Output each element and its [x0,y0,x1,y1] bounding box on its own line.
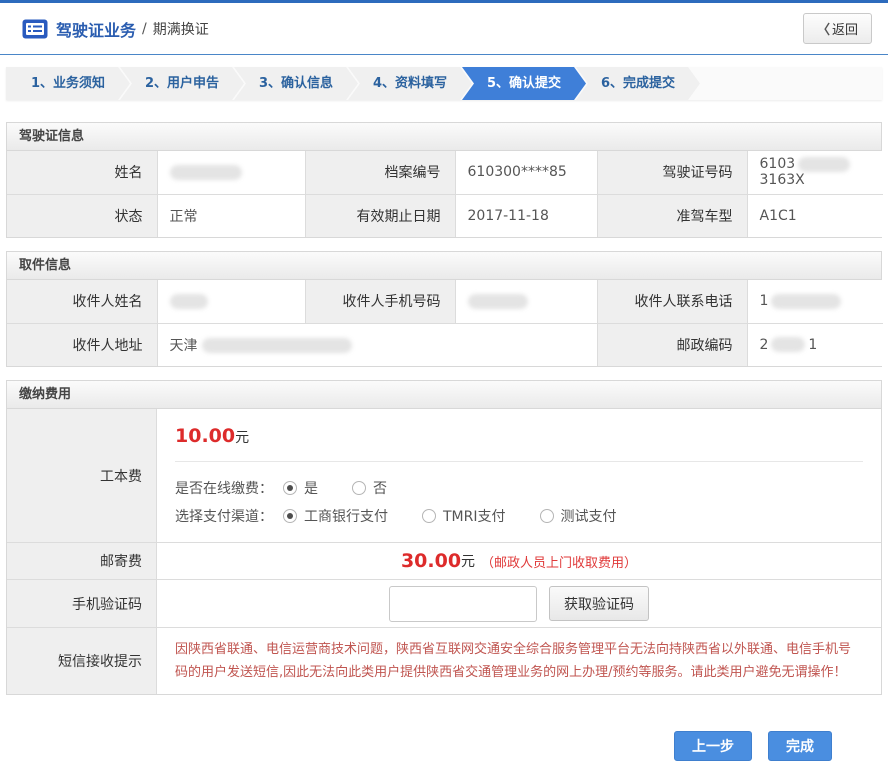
pay-channel-caption: 选择支付渠道： [175,506,273,526]
online-pay-line: 是否在线缴费： 是 否 [175,474,863,502]
license-no-value: 61033163X [747,151,883,194]
name-label: 姓名 [7,151,157,194]
channel-option-tmri[interactable]: TMRI支付 [422,506,506,526]
sms-tip-text: 因陕西省联通、电信运营商技术问题，陕西省互联网交通安全综合服务管理平台无法向持陕… [175,628,863,694]
file-no-label: 档案编号 [305,151,455,194]
footer-actions: 上一步 完成 [0,731,888,761]
step-5-confirm-submit[interactable]: 5、确认提交 [462,67,586,100]
status-value: 正常 [157,194,305,237]
recipient-phone-prefix: 1 [760,293,769,309]
expiry-value: 2017-11-18 [455,194,597,237]
postage-note: （邮政人员上门收取费用） [481,552,637,571]
finish-button[interactable]: 完成 [768,731,832,761]
fee-amount: 10.00 [175,425,235,447]
channel-icbc-label: 工商银行支付 [304,506,388,526]
table-row: 姓名 档案编号 610300****85 驾驶证号码 61033163X [7,151,883,194]
online-pay-caption: 是否在线缴费： [175,478,273,498]
fee-amount-line: 10.00元 [175,409,863,461]
file-no-value: 610300****85 [455,151,597,194]
channel-tmri-label: TMRI支付 [443,506,506,526]
payment-section-title: 缴纳费用 [7,381,881,409]
sms-code-label: 手机验证码 [7,580,157,627]
step-1-notice[interactable]: 1、业务须知 [6,67,130,100]
radio-unchecked-icon [352,481,366,495]
sms-code-row: 手机验证码 获取验证码 [7,580,881,628]
recipient-address-label: 收件人地址 [7,323,157,366]
recipient-mobile-label: 收件人手机号码 [305,280,455,323]
license-no-prefix: 6103 [760,156,796,172]
radio-checked-icon [283,509,297,523]
postage-unit: 元 [461,551,475,571]
vehicle-class-value: A1C1 [747,194,883,237]
redacted-license-no-blur [798,157,850,172]
table-row: 状态 正常 有效期止日期 2017-11-18 准驾车型 A1C1 [7,194,883,237]
page-title: 驾驶证业务 [56,17,136,41]
recipient-name-value [157,280,305,323]
pickup-section-title: 取件信息 [7,252,881,280]
postcode-prefix: 2 [760,337,769,353]
fee-unit: 元 [235,430,249,446]
status-label: 状态 [7,194,157,237]
pickup-info-section: 取件信息 收件人姓名 收件人手机号码 收件人联系电话 1 收件人地址 天津 邮政… [6,251,882,367]
breadcrumb-divider: / [142,21,147,37]
previous-step-button[interactable]: 上一步 [674,731,752,761]
breadcrumb-current: 期满换证 [153,19,209,39]
redacted-recipient-address-blur [202,338,352,353]
page-header: 驾驶证业务 / 期满换证 〈返回 [0,3,888,55]
fee-label: 工本费 [7,409,157,542]
recipient-phone-label: 收件人联系电话 [597,280,747,323]
radio-unchecked-icon [540,509,554,523]
sms-tip-label: 短信接收提示 [7,628,157,694]
recipient-address-prefix: 天津 [170,338,198,354]
license-section-title: 驾驶证信息 [7,123,881,151]
vehicle-class-label: 准驾车型 [597,194,747,237]
recipient-address-value: 天津 [157,323,597,366]
expiry-label: 有效期止日期 [305,194,455,237]
channel-option-test[interactable]: 测试支付 [540,506,617,526]
table-row: 收件人姓名 收件人手机号码 收件人联系电话 1 [7,280,883,323]
back-button[interactable]: 〈返回 [803,13,872,44]
step-6-complete[interactable]: 6、完成提交 [576,67,700,100]
radio-checked-icon [283,481,297,495]
postcode-suffix: 1 [808,337,817,353]
recipient-mobile-value [455,280,597,323]
back-chevron-icon: 〈 [817,22,830,37]
recipient-name-label: 收件人姓名 [7,280,157,323]
sms-code-input[interactable] [389,586,537,622]
step-progress-bar: 1、业务须知 2、用户申告 3、确认信息 4、资料填写 5、确认提交 6、完成提… [6,67,882,100]
license-no-label: 驾驶证号码 [597,151,747,194]
license-list-icon [22,19,48,39]
table-row: 收件人地址 天津 邮政编码 21 [7,323,883,366]
step-3-confirm-info[interactable]: 3、确认信息 [234,67,358,100]
get-sms-code-button[interactable]: 获取验证码 [549,586,649,621]
online-pay-option-yes[interactable]: 是 [283,478,318,498]
online-pay-option-no[interactable]: 否 [352,478,387,498]
step-4-fill-data[interactable]: 4、资料填写 [348,67,472,100]
redacted-recipient-phone-blur [771,294,841,309]
channel-option-icbc[interactable]: 工商银行支付 [283,506,388,526]
payment-section: 缴纳费用 工本费 10.00元 是否在线缴费： 是 否 选择支付渠道： 工商银行… [6,380,882,695]
step-2-declaration[interactable]: 2、用户申告 [120,67,244,100]
postage-row: 邮寄费 30.00元 （邮政人员上门收取费用） [7,543,881,580]
redacted-postcode-blur [771,337,805,352]
online-pay-yes-label: 是 [304,478,318,498]
radio-unchecked-icon [422,509,436,523]
online-pay-no-label: 否 [373,478,387,498]
fee-row: 工本费 10.00元 是否在线缴费： 是 否 选择支付渠道： 工商银行支付 TM… [7,409,881,543]
postcode-label: 邮政编码 [597,323,747,366]
recipient-phone-value: 1 [747,280,883,323]
postage-amount: 30.00 [401,550,461,572]
channel-test-label: 测试支付 [561,506,617,526]
license-no-suffix: 3163X [760,172,805,188]
redacted-recipient-name-blur [170,294,208,309]
postage-label: 邮寄费 [7,543,157,579]
postcode-value: 21 [747,323,883,366]
license-info-section: 驾驶证信息 姓名 档案编号 610300****85 驾驶证号码 6103316… [6,122,882,238]
back-button-label: 返回 [832,22,858,37]
redacted-recipient-mobile-blur [468,294,528,309]
redacted-name-blur [170,165,242,180]
name-value [157,151,305,194]
sms-tip-row: 短信接收提示 因陕西省联通、电信运营商技术问题，陕西省互联网交通安全综合服务管理… [7,628,881,694]
pay-channel-line: 选择支付渠道： 工商银行支付 TMRI支付 测试支付 [175,502,863,530]
